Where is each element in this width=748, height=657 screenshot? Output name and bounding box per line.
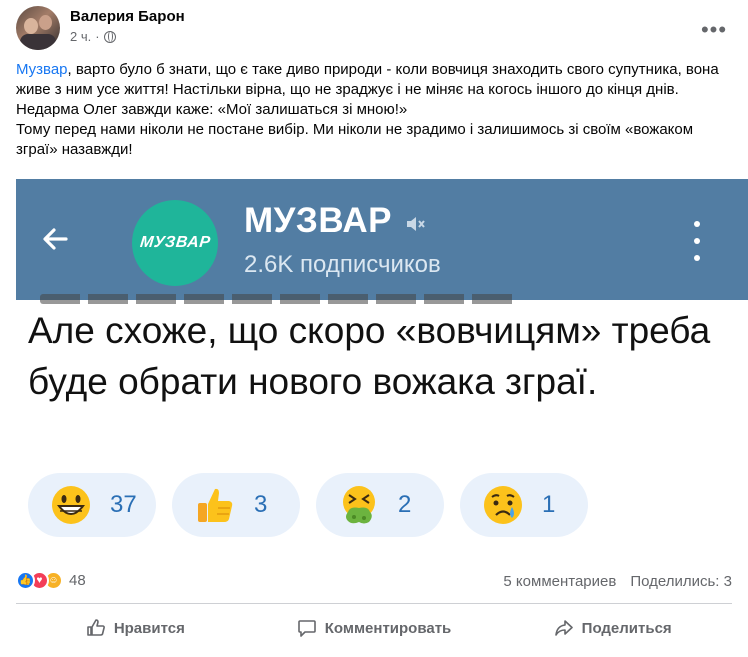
post-header: Валерия Барон 2 ч. · ••• <box>16 6 732 50</box>
more-options-button[interactable]: ••• <box>700 16 728 44</box>
grinning-face-icon <box>52 486 90 524</box>
comment-label: Комментировать <box>324 619 452 637</box>
reaction-summary[interactable]: 👍 ♥ ☺ 48 <box>16 571 86 590</box>
globe-icon <box>103 30 116 43</box>
like-reaction-icon: 👍 <box>16 571 35 590</box>
subscriber-count: 2.6K подписчиков <box>244 251 441 278</box>
shares-count-link[interactable]: Поделились: 3 <box>630 573 732 590</box>
reaction-pill: 1 <box>460 473 588 537</box>
channel-name: МУЗВАР <box>244 201 393 240</box>
post-text: Музвар, варто було б знати, що є таке ди… <box>16 60 732 160</box>
channel-message: Але схоже, що скоро «вовчицям» треба буд… <box>28 310 711 402</box>
post-text-body-2: Тому перед нами ніколи не постане вибір.… <box>16 121 694 158</box>
like-button[interactable]: Нравится <box>16 606 255 650</box>
reaction-pill: 2 <box>316 473 444 537</box>
facebook-post: Валерия Барон 2 ч. · ••• Музвар, варто б… <box>0 0 748 657</box>
comments-count-link[interactable]: 5 комментариев <box>503 573 616 590</box>
post-stats: 👍 ♥ ☺ 48 5 комментариев Поделились: 3 <box>16 571 732 593</box>
message-reactions: 37 3 2 1 <box>28 473 588 537</box>
telegram-header: МУЗВАР МУЗВАР 2.6K подписчиков <box>16 179 748 300</box>
author-name[interactable]: Валерия Барон <box>70 8 185 25</box>
reaction-count: 37 <box>110 491 137 518</box>
post-actions: Нравится Комментировать Поделиться <box>16 606 732 650</box>
crying-face-icon <box>484 486 522 524</box>
divider <box>16 603 732 604</box>
channel-logo: МУЗВАР <box>132 200 218 286</box>
comment-icon <box>297 620 316 637</box>
reaction-count: 1 <box>542 491 556 518</box>
reaction-total: 48 <box>69 572 86 589</box>
reaction-count: 2 <box>398 491 412 518</box>
post-text-body: , варто було б знати, що є таке диво при… <box>16 61 719 118</box>
comment-button[interactable]: Комментировать <box>255 606 494 650</box>
cropped-text-line <box>40 294 520 304</box>
attached-screenshot[interactable]: МУЗВАР МУЗВАР 2.6K подписчиков Але схоже… <box>16 179 748 555</box>
share-icon <box>554 620 573 636</box>
back-arrow-icon <box>36 219 76 259</box>
reaction-pill: 37 <box>28 473 156 537</box>
post-meta: 2 ч. · <box>70 29 116 44</box>
muted-icon <box>404 213 426 235</box>
reaction-pill: 3 <box>172 473 300 537</box>
like-label: Нравится <box>113 619 185 637</box>
thumbs-up-outline-icon <box>87 619 105 636</box>
vomiting-face-icon <box>343 486 375 524</box>
share-label: Поделиться <box>581 619 672 637</box>
share-button[interactable]: Поделиться <box>493 606 732 650</box>
more-vertical-icon <box>686 221 708 261</box>
avatar[interactable] <box>16 6 60 50</box>
reaction-count: 3 <box>254 491 268 518</box>
page-link[interactable]: Музвар <box>16 61 68 78</box>
post-time[interactable]: 2 ч. <box>70 29 91 44</box>
thumbs-up-icon <box>198 488 233 522</box>
